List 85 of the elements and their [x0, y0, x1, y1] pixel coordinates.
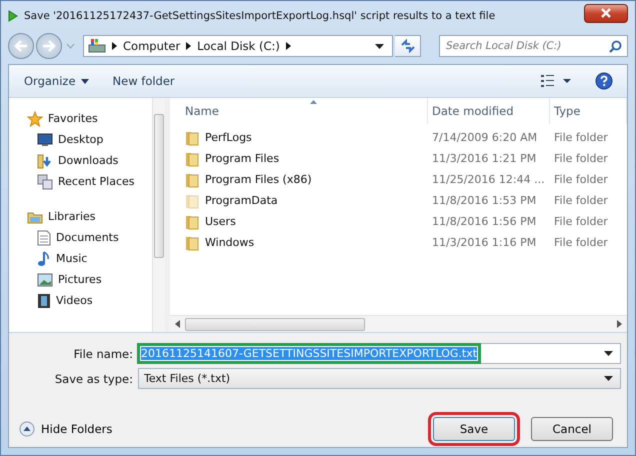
- date-cell-text: 11/3/2016 1:16 PM: [431, 236, 538, 249]
- type-cell-text: File folder: [553, 194, 609, 207]
- sidebar-item[interactable]: Documents: [9, 227, 152, 248]
- column-header[interactable]: Date modified: [428, 98, 550, 124]
- column-header[interactable]: Type: [550, 98, 627, 124]
- document-icon: [37, 230, 51, 246]
- window-title: Save '20161125172437-GetSettingsSitesImportExportLog.hsql' script results to a text file: [24, 10, 496, 22]
- hide-folders-button[interactable]: Hide Folders: [19, 421, 112, 437]
- file-row[interactable]: Users 11/8/2016 1:56 PM File folder: [170, 211, 627, 232]
- refresh-arrows-icon: [400, 39, 416, 53]
- file-row[interactable]: Program Files (x86) 11/25/2016 12:44 ... File folder: [170, 169, 627, 190]
- recent-places-icon: [37, 174, 53, 190]
- music-note-icon: [37, 250, 51, 266]
- refresh-button[interactable]: [395, 35, 421, 57]
- file-name: Windows: [205, 236, 254, 249]
- type-cell-text: File folder: [553, 152, 609, 165]
- organize-button[interactable]: Organize: [19, 72, 94, 90]
- chevron-icon[interactable]: [112, 42, 117, 50]
- film-icon: [37, 292, 51, 308]
- new-folder-button[interactable]: New folder: [108, 72, 180, 90]
- date-cell-text: 11/8/2016 1:56 PM: [431, 215, 538, 228]
- field-label: Save as type:: [54, 372, 134, 386]
- dropdown-caret-icon[interactable]: [604, 351, 613, 356]
- image-icon: [37, 272, 53, 286]
- dropdown-caret-icon[interactable]: [375, 44, 384, 48]
- type-cell-text: File folder: [553, 236, 609, 249]
- address-bar[interactable]: Computer Local Disk (C:): [83, 35, 393, 57]
- back-arrow-icon: [14, 40, 28, 52]
- breadcrumb[interactable]: Local Disk (C:): [197, 39, 280, 53]
- vertical-scrollbar[interactable]: [152, 98, 165, 332]
- scroll-right-icon[interactable]: [617, 320, 622, 328]
- sidebar-item[interactable]: Downloads: [9, 150, 152, 171]
- monitor-icon: [37, 132, 53, 146]
- horizontal-scrollbar[interactable]: [170, 315, 627, 332]
- search-icon: [609, 40, 622, 53]
- date-cell-text: 11/8/2016 1:53 PM: [431, 194, 538, 207]
- close-icon: [600, 8, 612, 18]
- file-row[interactable]: ProgramData 11/8/2016 1:53 PM File folder: [170, 190, 627, 211]
- file-name: Users: [205, 215, 236, 228]
- caret-icon: [80, 78, 89, 84]
- sidebar-group[interactable]: Libraries: [9, 206, 152, 227]
- back-button[interactable]: [8, 33, 34, 59]
- forward-arrow-icon: [42, 40, 56, 52]
- sidebar-item[interactable]: Music: [9, 248, 152, 269]
- date-cell-text: 11/25/2016 12:44 ...: [431, 173, 546, 186]
- file-name: ProgramData: [205, 194, 278, 207]
- sidebar-item[interactable]: Pictures: [9, 269, 152, 290]
- dropdown-caret-icon: [604, 376, 613, 381]
- file-name: Program Files (x86): [205, 173, 312, 186]
- type-cell-text: File folder: [553, 131, 609, 144]
- collapse-icon: [19, 421, 35, 437]
- type-cell-text: File folder: [553, 173, 609, 186]
- file-name: PerfLogs: [205, 131, 252, 144]
- sort-arrow-icon: [310, 100, 317, 104]
- play-icon: [8, 10, 18, 22]
- search-field[interactable]: Search Local Disk (C:): [439, 35, 628, 57]
- computer-icon: [88, 38, 106, 54]
- sidebar-item[interactable]: Videos: [9, 290, 152, 311]
- sidebar-item[interactable]: Desktop: [9, 129, 152, 150]
- field-label: File name:: [72, 346, 134, 360]
- file-name: Program Files: [205, 152, 280, 165]
- chevron-icon[interactable]: [186, 42, 192, 50]
- sidebar-group[interactable]: Favorites: [9, 108, 152, 129]
- file-row[interactable]: PerfLogs 7/14/2009 6:20 AM File folder: [170, 127, 627, 148]
- date-cell-text: 11/3/2016 1:21 PM: [431, 152, 538, 165]
- forward-button[interactable]: [36, 33, 62, 59]
- date-cell-text: 7/14/2009 6:20 AM: [431, 131, 538, 144]
- view-options-icon[interactable]: [541, 75, 571, 87]
- star-icon: [27, 110, 43, 126]
- breadcrumb[interactable]: Computer: [123, 39, 180, 53]
- scroll-left-icon[interactable]: [175, 320, 180, 328]
- type-cell-text: File folder: [553, 215, 609, 228]
- folder-icon: [27, 210, 43, 224]
- close-button[interactable]: [584, 4, 628, 22]
- sidebar-item[interactable]: Recent Places: [9, 171, 152, 192]
- help-icon[interactable]: [595, 72, 613, 90]
- scroll-thumb[interactable]: [154, 114, 164, 258]
- file-row[interactable]: Program Files 11/3/2016 1:21 PM File folder: [170, 148, 627, 169]
- selected-file-name: 20161125141607-GETSETTINGSSITESIMPORTEXPORTLOG.txt: [141, 347, 478, 360]
- chevron-icon[interactable]: [286, 42, 291, 50]
- folder-download-icon: [37, 152, 53, 168]
- dialog-button[interactable]: Cancel: [531, 417, 613, 441]
- file-row[interactable]: Windows 11/3/2016 1:16 PM File folder: [170, 232, 627, 253]
- file-type-dropdown[interactable]: Text Files (*.txt): [138, 368, 621, 389]
- scroll-thumb[interactable]: [185, 318, 365, 330]
